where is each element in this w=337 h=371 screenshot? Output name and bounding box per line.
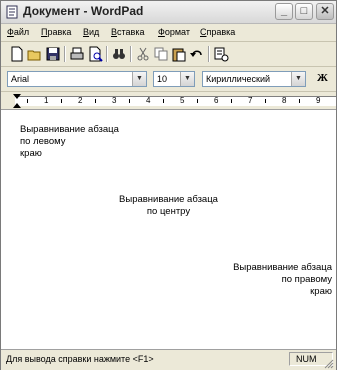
ruler-number: 4: [146, 96, 151, 105]
chevron-down-icon[interactable]: ▼: [132, 72, 146, 86]
ruler-tick: [231, 99, 232, 103]
format-bar: Arial ▼ 10 ▼ Кириллический ▼ Ж: [1, 67, 336, 92]
toolbar-separator: [208, 46, 210, 62]
save-icon[interactable]: [45, 46, 61, 62]
window-title: Документ - WordPad: [23, 4, 144, 18]
new-document-icon[interactable]: [9, 46, 25, 62]
ruler-tick: [61, 99, 62, 103]
status-hint: Для вывода справки нажмите <F1>: [6, 354, 154, 364]
paste-clipboard-icon[interactable]: [171, 46, 187, 62]
find-binoculars-icon[interactable]: [111, 46, 127, 62]
center-aligned-paragraph: Выравнивание абзаца по центру: [1, 194, 336, 218]
menu-bar: Файл Правка Вид Вставка Формат Справка: [1, 24, 336, 42]
close-icon: ✕: [320, 5, 330, 17]
minimize-button[interactable]: _: [275, 3, 293, 20]
ruler-number: 2: [78, 96, 83, 105]
menu-view[interactable]: Вид: [83, 27, 99, 37]
ruler-number: 9: [316, 96, 321, 105]
cut-scissors-icon[interactable]: [135, 46, 151, 62]
ruler-tick: [129, 99, 130, 103]
font-name-value: Arial: [11, 74, 30, 84]
wordpad-window: Документ - WordPad _ □ ✕ Файл Правка Вид…: [0, 0, 337, 370]
copy-icon[interactable]: [153, 46, 169, 62]
minimize-icon: _: [280, 5, 288, 17]
open-folder-icon[interactable]: [27, 46, 43, 62]
left-indent-marker[interactable]: [13, 103, 21, 108]
toolbar-separator: [106, 46, 108, 62]
first-line-indent-marker[interactable]: [13, 94, 21, 99]
standard-toolbar: [1, 42, 336, 67]
font-name-select[interactable]: Arial ▼: [7, 71, 147, 87]
menu-edit[interactable]: Правка: [41, 27, 71, 37]
bold-button[interactable]: Ж: [317, 72, 328, 84]
paragraph-line: по левому: [20, 136, 66, 147]
print-icon[interactable]: [69, 46, 85, 62]
ruler-number: 6: [214, 96, 219, 105]
paragraph-line: по правому: [281, 274, 332, 285]
maximize-button[interactable]: □: [295, 3, 313, 20]
document-area[interactable]: Выравнивание абзаца по левому краю Вырав…: [1, 110, 336, 349]
paragraph-line: краю: [310, 286, 332, 297]
script-value: Кириллический: [206, 74, 271, 84]
ruler-tick: [265, 99, 266, 103]
status-bar: Для вывода справки нажмите <F1> NUM: [1, 349, 336, 370]
ruler-number: 1: [44, 96, 49, 105]
ruler-number: 7: [248, 96, 253, 105]
font-size-value: 10: [157, 74, 168, 84]
paragraph-line: краю: [20, 148, 42, 159]
menu-help[interactable]: Справка: [200, 27, 235, 37]
toolbar-separator: [130, 46, 132, 62]
print-preview-icon[interactable]: [87, 46, 103, 62]
chevron-down-icon[interactable]: ▼: [180, 72, 194, 86]
undo-icon[interactable]: [189, 46, 205, 62]
toolbar-separator: [64, 46, 66, 62]
ruler-tick: [197, 99, 198, 103]
left-aligned-paragraph: Выравнивание абзаца по левому краю: [20, 124, 119, 160]
paragraph-line: по центру: [146, 206, 191, 217]
title-bar[interactable]: Документ - WordPad _ □ ✕: [1, 1, 336, 24]
ruler-tick: [95, 99, 96, 103]
script-select[interactable]: Кириллический ▼: [202, 71, 306, 87]
paragraph-line: Выравнивание абзаца: [233, 262, 332, 273]
paragraph-line: Выравнивание абзаца: [119, 194, 218, 205]
ruler-strip: 1 2 3 4 5 6 7 8 9: [15, 96, 336, 106]
wordpad-app-icon[interactable]: [5, 5, 19, 19]
paragraph-line: Выравнивание абзаца: [20, 124, 119, 135]
insert-date-time-icon[interactable]: [213, 46, 229, 62]
ruler-number: 8: [282, 96, 287, 105]
resize-grip-icon[interactable]: [324, 359, 334, 369]
menu-format[interactable]: Формат: [158, 27, 190, 37]
ruler[interactable]: 1 2 3 4 5 6 7 8 9: [1, 92, 336, 110]
ruler-tick: [299, 99, 300, 103]
maximize-icon: □: [300, 5, 308, 17]
close-button[interactable]: ✕: [316, 3, 334, 20]
menu-file[interactable]: Файл: [7, 27, 29, 37]
chevron-down-icon[interactable]: ▼: [291, 72, 305, 86]
menu-insert[interactable]: Вставка: [111, 27, 144, 37]
ruler-tick: [163, 99, 164, 103]
font-size-select[interactable]: 10 ▼: [153, 71, 195, 87]
ruler-number: 5: [180, 96, 185, 105]
right-aligned-paragraph: Выравнивание абзаца по правому краю: [233, 262, 332, 298]
ruler-tick: [27, 99, 28, 103]
ruler-number: 3: [112, 96, 117, 105]
